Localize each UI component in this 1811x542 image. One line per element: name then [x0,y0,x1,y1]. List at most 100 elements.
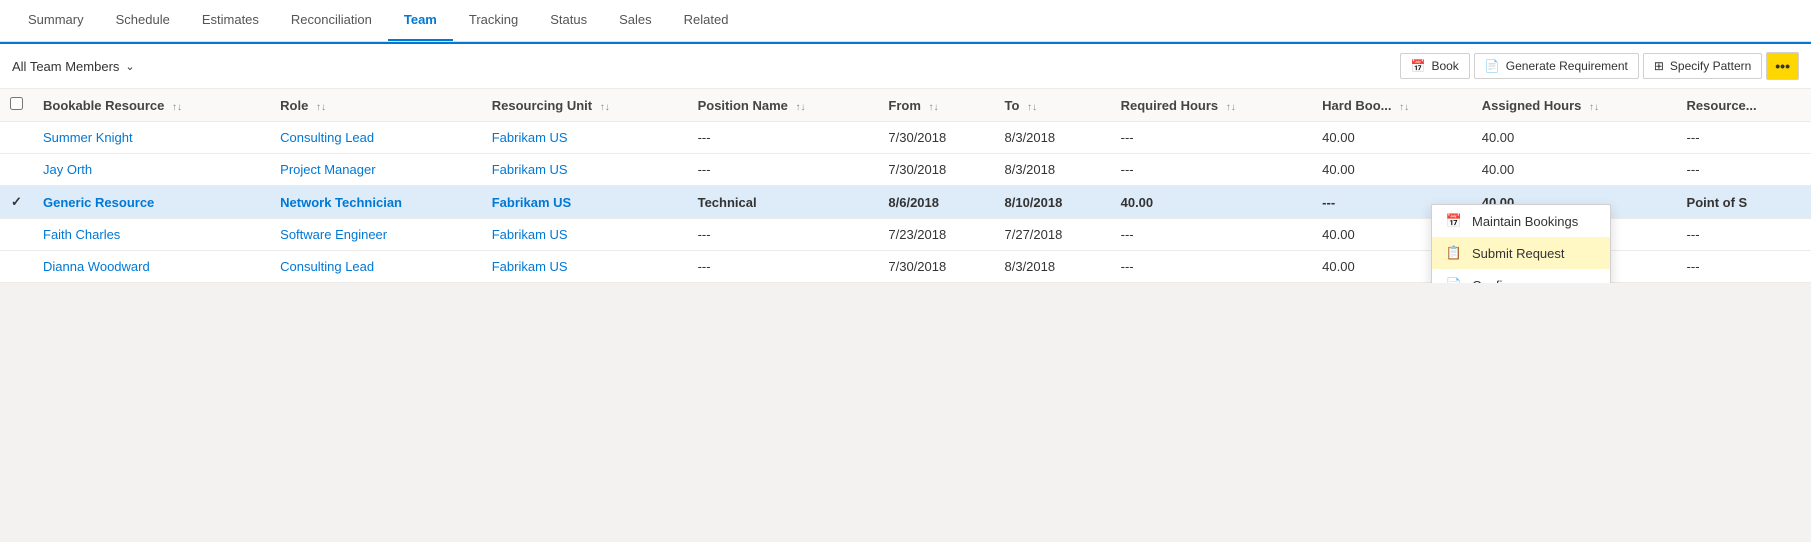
row-resourcing-unit: Fabrikam US [482,154,688,186]
role-link[interactable]: Software Engineer [280,227,387,242]
col-assigned-hours-label: Assigned Hours [1482,98,1582,113]
row-check-cell [0,154,33,186]
more-button[interactable]: ••• [1766,52,1799,80]
col-hard-boo-label: Hard Boo... [1322,98,1391,113]
row-position-name: --- [688,154,879,186]
row-to: 8/3/2018 [995,154,1111,186]
sort-from-icon[interactable]: ↑↓ [929,102,939,113]
select-all-checkbox[interactable] [10,97,23,110]
row-resource: Point of S [1677,186,1811,219]
col-position-name-label: Position Name [698,98,788,113]
row-bookable-resource[interactable]: Generic Resource [33,186,270,219]
row-check-cell [0,219,33,251]
resourcing-unit-link[interactable]: Fabrikam US [492,227,568,242]
nav-tabs: Summary Schedule Estimates Reconciliatio… [0,0,1811,42]
col-resource-label: Resource... [1687,98,1757,113]
maintain-bookings-label: Maintain Bookings [1472,214,1578,229]
specify-pattern-button[interactable]: ⊞ Specify Pattern [1643,53,1762,79]
row-to: 8/10/2018 [995,186,1111,219]
tab-tracking[interactable]: Tracking [453,0,534,41]
role-link[interactable]: Project Manager [280,162,375,177]
tab-estimates[interactable]: Estimates [186,0,275,41]
row-bookable-resource[interactable]: Jay Orth [33,154,270,186]
row-from: 8/6/2018 [878,186,994,219]
row-checkmark: ✓ [11,194,22,209]
sort-position-icon[interactable]: ↑↓ [796,102,806,113]
table-row: Jay OrthProject ManagerFabrikam US---7/3… [0,154,1811,186]
row-position-name: --- [688,219,879,251]
row-role: Consulting Lead [270,251,482,283]
menu-item-submit-request[interactable]: 📋 Submit Request [1432,237,1610,269]
tab-status[interactable]: Status [534,0,603,41]
resourcing-unit-link[interactable]: Fabrikam US [492,195,571,210]
table-header-row: Bookable Resource ↑↓ Role ↑↓ Resourcing … [0,89,1811,122]
row-assigned-hours: 40.00 [1472,122,1677,154]
col-resourcing-unit-label: Resourcing Unit [492,98,592,113]
menu-item-confirm[interactable]: 📄 Confirm [1432,269,1610,283]
col-from: From ↑↓ [878,89,994,122]
resourcing-unit-link[interactable]: Fabrikam US [492,130,568,145]
content-area: All Team Members ⌄ 📅 Book 📄 Generate Req… [0,42,1811,283]
row-role: Project Manager [270,154,482,186]
bookable-resource-link[interactable]: Jay Orth [43,162,92,177]
sort-assigned-hours-icon[interactable]: ↑↓ [1589,102,1599,113]
row-hard-boo: 40.00 [1312,122,1472,154]
row-bookable-resource[interactable]: Dianna Woodward [33,251,270,283]
row-bookable-resource[interactable]: Summer Knight [33,122,270,154]
col-hard-boo: Hard Boo... ↑↓ [1312,89,1472,122]
col-to: To ↑↓ [995,89,1111,122]
resourcing-unit-link[interactable]: Fabrikam US [492,162,568,177]
col-check [0,89,33,122]
row-position-name: --- [688,122,879,154]
tab-sales[interactable]: Sales [603,0,668,41]
row-required-hours: --- [1111,251,1313,283]
row-check-cell [0,122,33,154]
row-check-cell [0,251,33,283]
row-resource: --- [1677,154,1811,186]
generate-requirement-button[interactable]: 📄 Generate Requirement [1474,53,1639,79]
menu-item-maintain-bookings[interactable]: 📅 Maintain Bookings [1432,205,1610,237]
col-role-label: Role [280,98,308,113]
row-to: 7/27/2018 [995,219,1111,251]
role-link[interactable]: Consulting Lead [280,259,374,274]
sort-to-icon[interactable]: ↑↓ [1027,102,1037,113]
bookable-resource-link[interactable]: Faith Charles [43,227,120,242]
tab-related[interactable]: Related [668,0,745,41]
row-check-cell: ✓ [0,186,33,219]
row-required-hours: 40.00 [1111,186,1313,219]
filter-dropdown[interactable]: All Team Members ⌄ [12,59,135,74]
bookable-resource-link[interactable]: Dianna Woodward [43,259,150,274]
row-bookable-resource[interactable]: Faith Charles [33,219,270,251]
role-link[interactable]: Network Technician [280,195,402,210]
tab-reconciliation[interactable]: Reconciliation [275,0,388,41]
submit-request-label: Submit Request [1472,246,1565,261]
sort-role-icon[interactable]: ↑↓ [316,102,326,113]
tab-team[interactable]: Team [388,0,453,41]
sort-hard-boo-icon[interactable]: ↑↓ [1399,102,1409,113]
tab-summary[interactable]: Summary [12,0,100,41]
tab-schedule[interactable]: Schedule [100,0,186,41]
bookable-resource-link[interactable]: Summer Knight [43,130,133,145]
role-link[interactable]: Consulting Lead [280,130,374,145]
table-container: Bookable Resource ↑↓ Role ↑↓ Resourcing … [0,89,1811,283]
book-label: Book [1431,59,1458,73]
context-menu: 📅 Maintain Bookings 📋 Submit Request 📄 C… [1431,204,1611,283]
book-button[interactable]: 📅 Book [1400,53,1470,79]
generate-req-label: Generate Requirement [1506,59,1628,73]
col-role: Role ↑↓ [270,89,482,122]
toolbar-right: 📅 Book 📄 Generate Requirement ⊞ Specify … [1400,52,1800,80]
bookable-resource-link[interactable]: Generic Resource [43,195,154,210]
app-container: Summary Schedule Estimates Reconciliatio… [0,0,1811,283]
col-bookable-resource: Bookable Resource ↑↓ [33,89,270,122]
sort-required-hours-icon[interactable]: ↑↓ [1226,102,1236,113]
sort-resourcing-icon[interactable]: ↑↓ [600,102,610,113]
row-resourcing-unit: Fabrikam US [482,122,688,154]
row-hard-boo: 40.00 [1312,154,1472,186]
row-position-name: --- [688,251,879,283]
row-to: 8/3/2018 [995,122,1111,154]
sort-bookable-resource-icon[interactable]: ↑↓ [172,102,182,113]
resourcing-unit-link[interactable]: Fabrikam US [492,259,568,274]
chevron-down-icon: ⌄ [125,60,134,73]
row-resource: --- [1677,219,1811,251]
row-required-hours: --- [1111,154,1313,186]
